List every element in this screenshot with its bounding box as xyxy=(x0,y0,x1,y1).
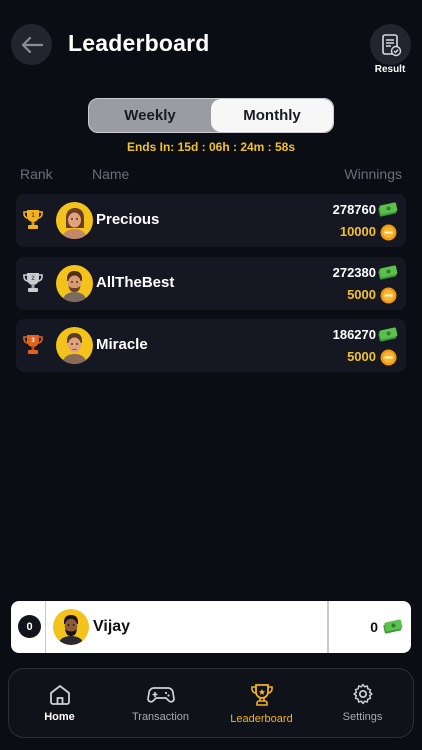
my-rank-card[interactable]: 0 Vijay 0 xyxy=(11,601,411,653)
player-points: 272380 xyxy=(332,265,376,280)
column-name: Name xyxy=(92,166,130,182)
countdown-text: Ends In: 15d : 06h : 24m : 58s xyxy=(126,140,296,154)
leaderboard-row[interactable]: 2 AllTheBest 272380 5000 xyxy=(16,257,406,310)
cash-icon xyxy=(378,265,398,280)
my-name: Vijay xyxy=(93,618,131,635)
leaderboard-row[interactable]: 3 Miracle 186270 5000 xyxy=(16,319,406,372)
column-winnings: Winnings xyxy=(344,166,402,182)
home-icon xyxy=(49,685,70,705)
header: Leaderboard Result xyxy=(0,0,422,90)
coin-icon xyxy=(380,287,397,304)
player-coins: 10000 xyxy=(339,224,376,239)
nav-transaction[interactable]: Transaction xyxy=(110,669,211,737)
player-points: 278760 xyxy=(332,202,376,217)
nav-label: Settings xyxy=(342,711,383,723)
gamepad-icon xyxy=(146,687,175,703)
coin-icon xyxy=(380,349,397,366)
bottom-nav: Home Transaction Leaderboard Settings xyxy=(8,668,414,738)
my-rank-badge: 0 xyxy=(18,615,41,638)
avatar xyxy=(56,265,93,302)
nav-leaderboard[interactable]: Leaderboard xyxy=(211,669,312,737)
back-button[interactable] xyxy=(11,24,52,65)
my-winnings: 0 xyxy=(370,619,378,635)
cash-icon xyxy=(378,327,398,342)
gold-trophy-icon: 1 xyxy=(23,210,43,229)
cash-icon xyxy=(383,619,403,634)
arrow-left-icon xyxy=(21,36,43,53)
nav-label: Leaderboard xyxy=(230,713,293,725)
nav-home[interactable]: Home xyxy=(9,669,110,737)
bronze-trophy-icon: 3 xyxy=(23,335,43,354)
player-coins: 5000 xyxy=(347,349,376,364)
cash-icon xyxy=(378,202,398,217)
result-label: Result xyxy=(374,64,406,75)
tab-monthly[interactable]: Monthly xyxy=(211,99,333,132)
document-check-icon xyxy=(381,33,401,56)
nav-settings[interactable]: Settings xyxy=(312,669,413,737)
column-rank: Rank xyxy=(20,166,53,182)
player-points: 186270 xyxy=(332,327,376,342)
avatar xyxy=(53,609,89,645)
coin-icon xyxy=(380,224,397,241)
player-name: Miracle xyxy=(96,336,148,353)
page-title: Leaderboard xyxy=(68,30,210,56)
avatar xyxy=(56,202,93,239)
silver-trophy-icon: 2 xyxy=(23,273,43,292)
trophy-icon xyxy=(250,684,273,706)
nav-label: Transaction xyxy=(131,711,190,723)
player-coins: 5000 xyxy=(347,287,376,302)
gear-icon xyxy=(352,683,373,705)
avatar xyxy=(56,327,93,364)
leaderboard-row[interactable]: 1 Precious 278760 10000 xyxy=(16,194,406,247)
nav-label: Home xyxy=(44,711,75,723)
player-name: Precious xyxy=(96,211,160,228)
period-toggle: Weekly Monthly xyxy=(88,98,334,133)
player-name: AllTheBest xyxy=(96,274,175,291)
divider xyxy=(327,601,329,653)
divider xyxy=(45,601,46,653)
result-button[interactable] xyxy=(370,24,411,65)
tab-weekly[interactable]: Weekly xyxy=(89,99,211,132)
